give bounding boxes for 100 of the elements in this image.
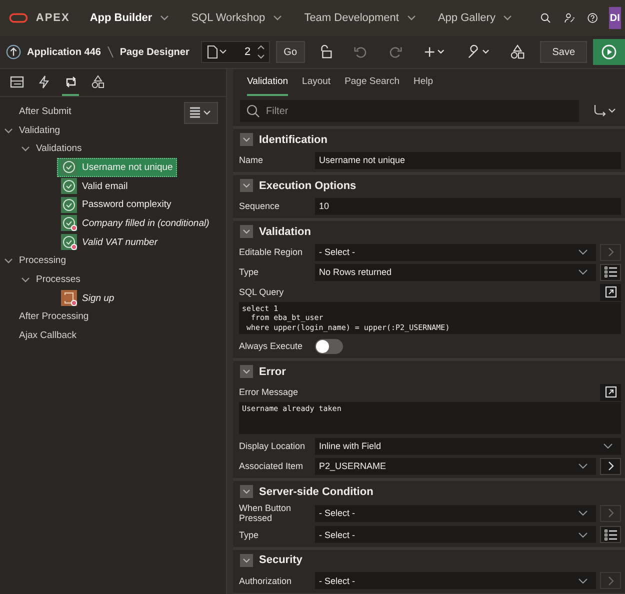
toggle-switch[interactable]: [315, 338, 343, 354]
chevron-down-icon: [578, 249, 588, 255]
tree-node[interactable]: Ajax Callback: [19, 330, 77, 342]
brand-name: APEX: [36, 12, 70, 24]
expand-editor-button[interactable]: [600, 284, 621, 300]
chevron-down-icon: [273, 15, 282, 21]
caret-icon[interactable]: [21, 275, 30, 284]
wrench-icon[interactable]: [466, 44, 490, 60]
select-field[interactable]: - Select -: [315, 504, 596, 522]
view-menu-button[interactable]: [184, 102, 218, 124]
chevron-down-icon: [406, 15, 416, 21]
go-to-group-icon[interactable]: [593, 104, 617, 118]
nav-menu[interactable]: SQL Workshop: [191, 12, 282, 24]
chevron-right-icon: [606, 461, 614, 471]
checklist-icon: [604, 266, 618, 278]
redo-icon[interactable]: [388, 44, 404, 60]
save-button[interactable]: Save: [540, 41, 588, 63]
tree-node[interactable]: Processes: [36, 274, 80, 286]
property-label: Display Location: [239, 440, 306, 452]
section-header[interactable]: Validation: [233, 221, 625, 242]
collapse-icon[interactable]: [240, 365, 253, 378]
panel-tab[interactable]: Layout: [302, 69, 331, 96]
panel-tab[interactable]: Help: [414, 69, 434, 96]
list-button[interactable]: [600, 264, 621, 280]
play-icon: [601, 44, 617, 60]
section-header[interactable]: Security: [233, 550, 625, 571]
page-number[interactable]: 2: [230, 46, 255, 58]
collapse-icon[interactable]: [240, 225, 253, 238]
chevron-right-icon: [606, 576, 614, 586]
property-label: Type: [239, 266, 260, 278]
lock-icon[interactable]: [318, 44, 334, 60]
expand-editor-button[interactable]: [600, 384, 621, 400]
breadcrumb-link[interactable]: Application 446: [27, 46, 101, 58]
chevron-down-icon: [603, 443, 613, 449]
chevron-right-icon: [606, 508, 614, 518]
expand-icon: [604, 286, 616, 298]
collapse-icon[interactable]: [240, 554, 253, 567]
select-field[interactable]: No Rows returned: [315, 264, 596, 280]
tree-node[interactable]: After Submit: [19, 106, 72, 117]
tree-item[interactable]: Sign up: [57, 288, 118, 308]
select-field[interactable]: P2_USERNAME: [315, 458, 596, 474]
chevron-down-icon: [160, 15, 170, 21]
nav-menu[interactable]: App Builder: [90, 12, 170, 24]
list-button[interactable]: [600, 526, 621, 544]
select-field[interactable]: - Select -: [315, 244, 596, 260]
collapse-icon[interactable]: [240, 133, 253, 146]
tree-node[interactable]: Processing: [19, 255, 66, 266]
property-label: Name: [239, 154, 264, 166]
filter-field[interactable]: Filter: [240, 100, 579, 122]
user-avatar[interactable]: DI: [608, 7, 621, 29]
panel-tab[interactable]: Validation: [247, 69, 288, 96]
tree-item[interactable]: Username not unique: [57, 158, 177, 177]
caret-icon[interactable]: [4, 256, 13, 266]
go-button[interactable]: Go: [276, 41, 306, 63]
tree-node[interactable]: Validations: [36, 143, 82, 154]
collapse-icon[interactable]: [240, 485, 253, 498]
tree-item[interactable]: Password complexity: [57, 195, 176, 214]
chevron-down-icon: [578, 510, 588, 516]
collapse-icon[interactable]: [240, 179, 253, 192]
lightning-icon: [36, 74, 50, 88]
chevron-down-icon: [578, 532, 588, 538]
chevron-down-icon: [578, 269, 588, 275]
tree-node[interactable]: Validating: [19, 124, 60, 136]
run-button[interactable]: [593, 39, 625, 65]
caret-icon[interactable]: [4, 126, 13, 135]
page-icon[interactable]: [206, 45, 228, 59]
spinner-arrows-icon[interactable]: [256, 44, 265, 60]
property-label: Always Execute: [239, 340, 304, 352]
tree-item[interactable]: Valid email: [57, 176, 132, 196]
text-field[interactable]: Username not unique: [315, 152, 621, 168]
section-header[interactable]: Identification: [233, 129, 625, 150]
shapes-icon[interactable]: [510, 44, 526, 60]
text-field[interactable]: 10: [315, 198, 621, 214]
list-icon: [189, 107, 213, 119]
tree-item[interactable]: Valid VAT number: [57, 232, 162, 252]
property-label: When Button Pressed: [239, 503, 292, 524]
go-to-button[interactable]: [600, 458, 621, 474]
chevron-down-icon: [503, 15, 512, 21]
property-label: Sequence: [239, 200, 281, 212]
tree-node[interactable]: After Processing: [19, 311, 89, 322]
section-header[interactable]: Error: [233, 361, 625, 382]
caret-icon[interactable]: [21, 144, 30, 154]
property-label: Authorization: [239, 576, 293, 586]
property-label: Error Message: [239, 386, 300, 398]
checklist-icon: [604, 528, 618, 541]
section-header[interactable]: Server-side Condition: [233, 481, 625, 502]
select-field[interactable]: - Select -: [315, 526, 596, 544]
select-field[interactable]: - Select -: [315, 572, 596, 590]
page-selector[interactable]: 2: [201, 41, 270, 63]
nav-menu[interactable]: Team Development: [304, 12, 416, 24]
property-label: Type: [239, 530, 260, 540]
select-field[interactable]: Inline with Field: [315, 438, 621, 454]
undo-icon[interactable]: [353, 44, 368, 60]
panel-icon: [10, 74, 24, 88]
tree-item[interactable]: Company filled in (conditional): [57, 214, 214, 233]
section-header[interactable]: Execution Options: [233, 175, 625, 196]
panel-tab[interactable]: Page Search: [344, 69, 400, 96]
property-label: SQL Query: [239, 286, 285, 298]
nav-menu[interactable]: App Gallery: [438, 12, 512, 24]
chevron-right-icon: [606, 247, 614, 257]
